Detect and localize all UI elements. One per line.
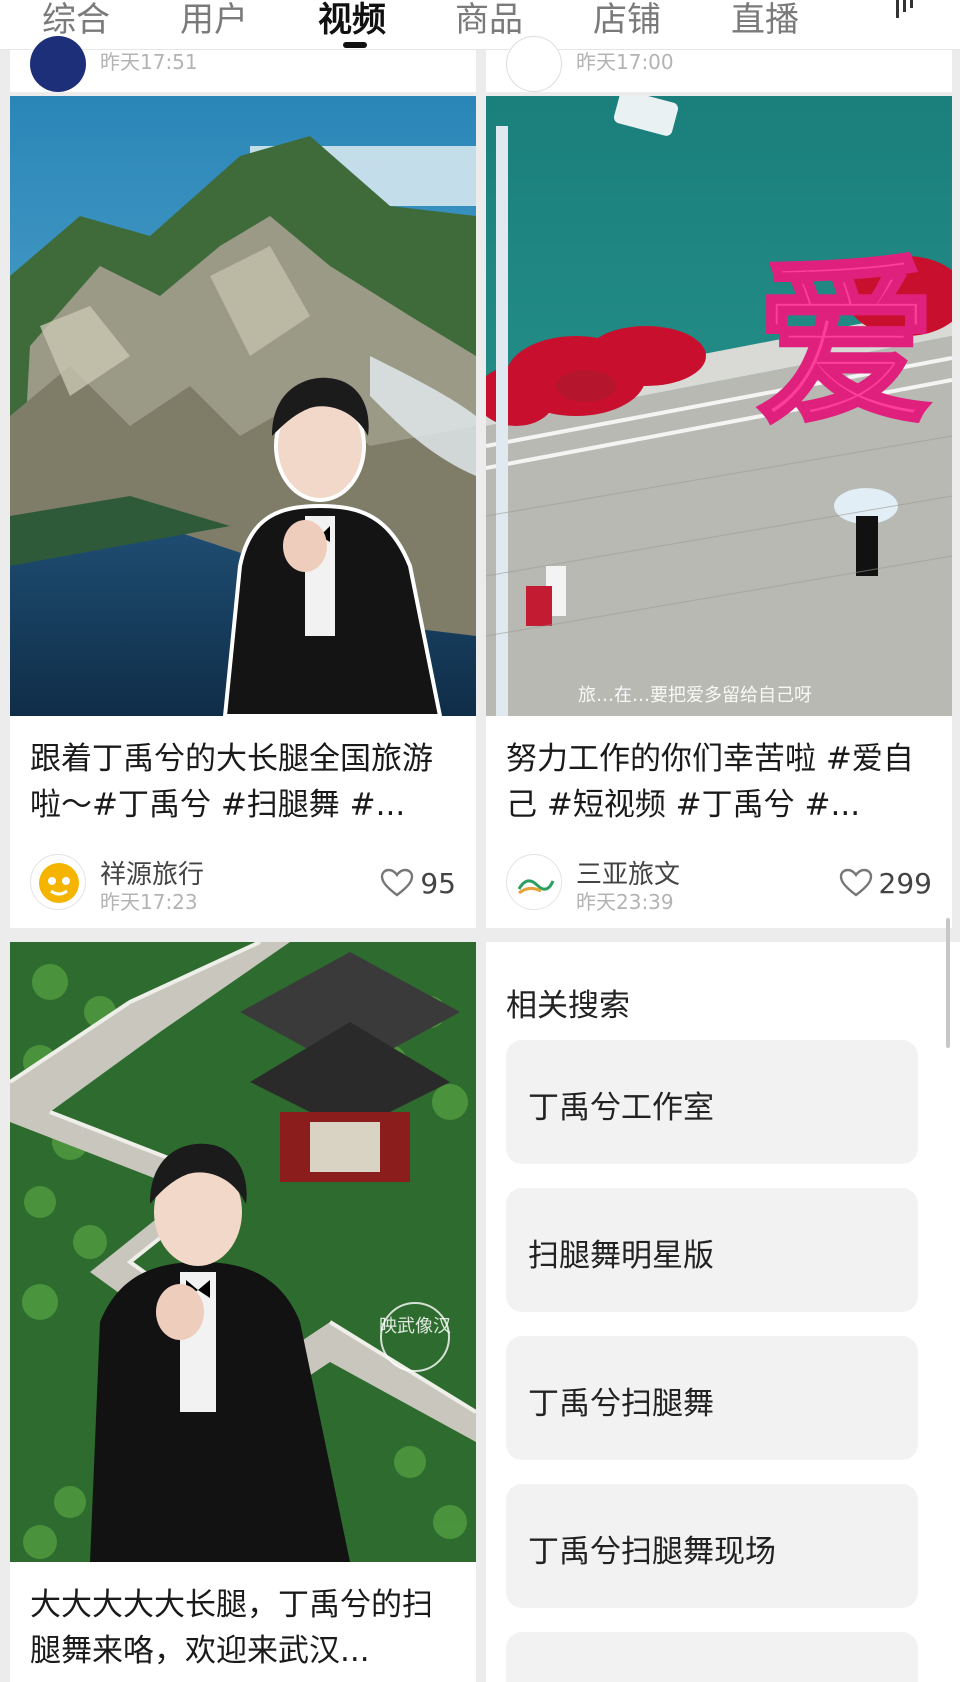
- tab-stores[interactable]: 店铺: [593, 0, 661, 41]
- avatar[interactable]: [506, 854, 562, 910]
- tab-users[interactable]: 用户: [180, 0, 248, 41]
- related-search-chip[interactable]: 丁禹兮扫腿舞: [506, 1336, 918, 1460]
- video-card[interactable]: 跟着丁禹兮的大长腿全国旅游啦～#丁禹兮 #扫腿舞 #... 祥源旅行 昨天17:…: [10, 96, 476, 928]
- video-title[interactable]: 努力工作的你们幸苦啦 #爱自己 #短视频 #丁禹兮 #...: [506, 736, 936, 828]
- post-time: 昨天17:00: [576, 50, 674, 74]
- related-search-chip[interactable]: 扫腿舞明星版: [506, 1188, 918, 1312]
- video-card[interactable]: 映武像汉 大大大大大长腿，丁禹兮的扫腿舞来咯，欢迎来武汉...: [10, 942, 476, 1682]
- avatar: [506, 36, 562, 92]
- related-search-chip[interactable]: 丁禹兮工作室: [506, 1040, 918, 1164]
- tab-videos[interactable]: 视频: [318, 0, 386, 41]
- like-button[interactable]: 299: [839, 866, 932, 900]
- partial-card-meta[interactable]: 昨天17:00: [486, 36, 952, 92]
- video-card[interactable]: 爱 旅…在…要把爱多留给自己呀 努力工作的你们幸苦啦 #爱自己 #短视频 #丁禹…: [486, 96, 952, 928]
- chip-label: 扫腿舞明星版: [528, 1238, 714, 1274]
- heart-icon: [381, 868, 414, 897]
- related-search-chip-partial[interactable]: [506, 1632, 918, 1682]
- related-search-panel: 相关搜索 丁禹兮工作室 扫腿舞明星版 丁禹兮扫腿舞 丁禹兮扫腿舞现场: [486, 942, 960, 1682]
- filter-icon[interactable]: [894, 0, 918, 22]
- tab-comprehensive[interactable]: 综合: [42, 0, 110, 41]
- video-overlay-caption: 旅…在…要把爱多留给自己呀: [578, 685, 812, 706]
- chip-label: 丁禹兮扫腿舞现场: [528, 1534, 776, 1570]
- active-tab-indicator: [343, 42, 367, 48]
- post-time: 昨天17:23: [100, 890, 198, 914]
- heart-icon: [839, 868, 872, 897]
- chip-label: 丁禹兮工作室: [528, 1090, 714, 1126]
- like-button[interactable]: 95: [380, 866, 456, 900]
- post-time: 昨天17:51: [100, 50, 198, 74]
- chip-label: 丁禹兮扫腿舞: [528, 1386, 714, 1422]
- partial-card-meta[interactable]: 昨天17:51: [10, 36, 476, 92]
- author-row[interactable]: 祥源旅行 昨天17:23 95: [30, 854, 456, 914]
- avatar: [30, 36, 86, 92]
- like-count: 95: [420, 866, 456, 900]
- related-search-chip[interactable]: 丁禹兮扫腿舞现场: [506, 1484, 918, 1608]
- video-thumbnail[interactable]: 映武像汉: [10, 942, 476, 1562]
- video-thumbnail[interactable]: 爱 旅…在…要把爱多留给自己呀: [486, 96, 952, 716]
- video-thumbnail[interactable]: [10, 96, 476, 716]
- avatar[interactable]: [30, 854, 86, 910]
- tab-products[interactable]: 商品: [455, 0, 523, 41]
- watermark: 映武像汉: [379, 1316, 451, 1337]
- scrollbar[interactable]: [946, 918, 950, 1048]
- tab-live[interactable]: 直播: [731, 0, 799, 41]
- video-title[interactable]: 跟着丁禹兮的大长腿全国旅游啦～#丁禹兮 #扫腿舞 #...: [30, 736, 460, 828]
- search-tab-bar: 综合 用户 视频 商品 店铺 直播: [0, 0, 960, 50]
- related-search-title: 相关搜索: [506, 988, 630, 1024]
- author-row[interactable]: 三亚旅文 昨天23:39 299: [506, 854, 932, 914]
- like-count: 299: [878, 866, 932, 900]
- post-time: 昨天23:39: [576, 890, 674, 914]
- video-title[interactable]: 大大大大大长腿，丁禹兮的扫腿舞来咯，欢迎来武汉...: [30, 1582, 460, 1674]
- love-sign: 爱: [756, 240, 936, 449]
